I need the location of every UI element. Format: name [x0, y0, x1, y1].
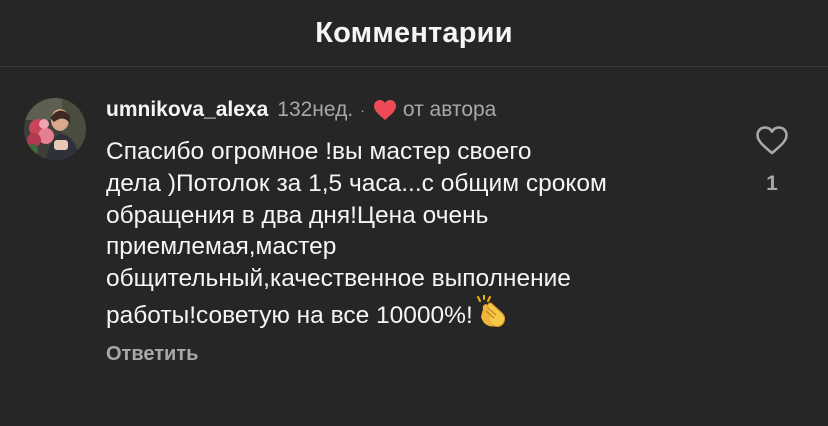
avatar-photo — [24, 98, 86, 160]
like-count: 1 — [766, 172, 778, 195]
comment-time: 132нед. — [277, 98, 354, 121]
comment-username[interactable]: umnikova_alexa — [106, 98, 268, 122]
comment-text: Спасибо огромное !вы мастер своего дела … — [106, 138, 607, 329]
heart-outline-icon — [756, 125, 788, 154]
page-title: Комментарии — [315, 16, 513, 49]
comments-header: Комментарии — [0, 0, 828, 66]
header-divider — [0, 66, 828, 67]
avatar[interactable] — [24, 98, 86, 160]
heart-filled-icon — [373, 99, 397, 121]
clapping-hands-icon — [475, 293, 509, 338]
comment-text-block: Спасибо огромное !вы мастер своего дела … — [106, 136, 716, 338]
reply-button[interactable]: Ответить — [106, 343, 198, 366]
like-button[interactable] — [752, 122, 792, 158]
author-like-label: от автора — [402, 98, 497, 121]
comment-meta: umnikova_alexa 132нед. · от автора — [106, 97, 496, 123]
meta-separator: · — [360, 102, 365, 118]
